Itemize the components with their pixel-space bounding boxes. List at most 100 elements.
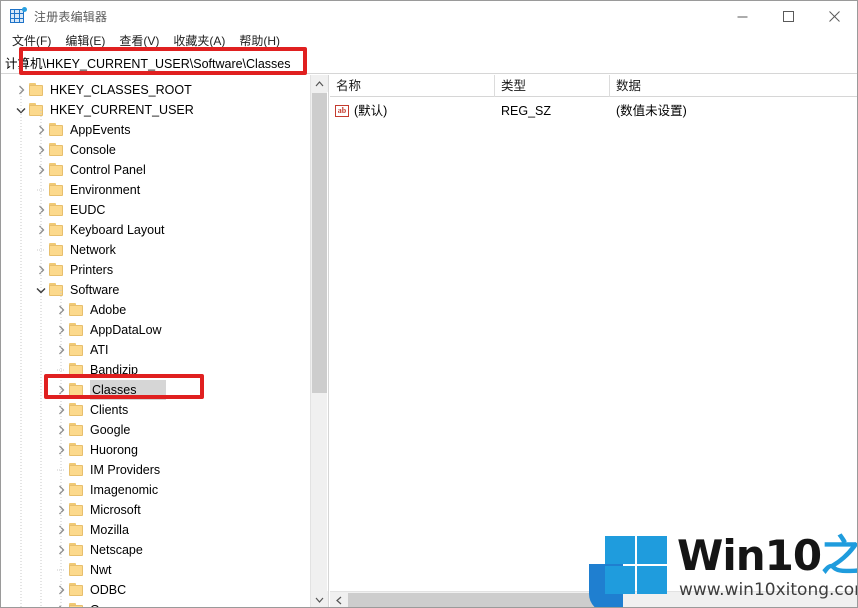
tree-item-network[interactable]: Network: [1, 240, 311, 260]
chevron-right-icon[interactable]: [53, 500, 69, 520]
folder-icon: [69, 503, 85, 517]
tree-item-hkey-current-user[interactable]: HKEY_CURRENT_USER: [1, 100, 311, 120]
chevron-right-icon[interactable]: [53, 440, 69, 460]
values-column-header: 名称 类型 数据: [330, 75, 857, 97]
column-header-type[interactable]: 类型: [495, 75, 610, 97]
registry-editor-window: 注册表编辑器 文件(F) 编辑(E) 查看(V) 收藏夹(A) 帮助(H) 计算…: [0, 0, 858, 608]
tree-scroll-thumb[interactable]: [312, 93, 327, 393]
chevron-right-icon[interactable]: [53, 480, 69, 500]
tree-item-appevents[interactable]: AppEvents: [1, 120, 311, 140]
tree-item-clients[interactable]: Clients: [1, 400, 311, 420]
folder-icon: [69, 303, 85, 317]
tree-vertical-scrollbar[interactable]: [310, 75, 328, 607]
chevron-right-icon[interactable]: [13, 80, 29, 100]
folder-icon: [49, 123, 65, 137]
folder-icon: [69, 563, 85, 577]
tree-item-label: Console: [70, 143, 116, 157]
folder-icon: [69, 523, 85, 537]
menu-item-file[interactable]: 文件(F): [5, 32, 58, 50]
menu-item-help[interactable]: 帮助(H): [232, 32, 287, 50]
menu-item-view[interactable]: 查看(V): [112, 32, 166, 50]
tree-item-appdatalow[interactable]: AppDataLow: [1, 320, 311, 340]
tree-item-nwt[interactable]: Nwt: [1, 560, 311, 580]
tree-item-microsoft[interactable]: Microsoft: [1, 500, 311, 520]
tree-item-printers[interactable]: Printers: [1, 260, 311, 280]
tree-leaf-connector: [53, 560, 69, 580]
tree-item-google[interactable]: Google: [1, 420, 311, 440]
value-data: (数值未设置): [616, 104, 687, 118]
folder-icon: [49, 223, 65, 237]
tree-item-label: Classes: [90, 380, 167, 400]
scroll-left-icon[interactable]: [330, 592, 347, 607]
tree-item-control-panel[interactable]: Control Panel: [1, 160, 311, 180]
folder-icon: [69, 543, 85, 557]
values-scroll-thumb[interactable]: [348, 593, 620, 607]
chevron-right-icon[interactable]: [53, 340, 69, 360]
column-header-name[interactable]: 名称: [330, 75, 495, 97]
tree-item-label: Network: [70, 243, 116, 257]
tree-item-huorong[interactable]: Huorong: [1, 440, 311, 460]
tree-item-odbc[interactable]: ODBC: [1, 580, 311, 600]
tree-item-console[interactable]: Console: [1, 140, 311, 160]
chevron-right-icon[interactable]: [53, 580, 69, 600]
window-controls: [719, 1, 857, 31]
tree-item-ati[interactable]: ATI: [1, 340, 311, 360]
address-bar[interactable]: 计算机\HKEY_CURRENT_USER\Software\Classes: [1, 51, 857, 74]
chevron-right-icon[interactable]: [33, 220, 49, 240]
chevron-right-icon[interactable]: [53, 400, 69, 420]
folder-icon: [29, 103, 45, 117]
chevron-right-icon[interactable]: [53, 320, 69, 340]
chevron-right-icon[interactable]: [33, 200, 49, 220]
chevron-right-icon[interactable]: [53, 420, 69, 440]
chevron-down-icon[interactable]: [13, 100, 29, 120]
tree-item-netscape[interactable]: Netscape: [1, 540, 311, 560]
menu-item-favorites[interactable]: 收藏夹(A): [166, 32, 232, 50]
tree-item-keyboard-layout[interactable]: Keyboard Layout: [1, 220, 311, 240]
window-title: 注册表编辑器: [34, 9, 108, 24]
column-header-data[interactable]: 数据: [610, 75, 857, 97]
tree-item-environment[interactable]: Environment: [1, 180, 311, 200]
tree-item-software[interactable]: Software: [1, 280, 311, 300]
chevron-right-icon[interactable]: [53, 600, 69, 607]
tree-item-label: Netscape: [90, 543, 143, 557]
folder-icon: [69, 343, 85, 357]
folder-icon: [49, 263, 65, 277]
folder-icon: [69, 483, 85, 497]
tree-item-classes[interactable]: Classes: [1, 380, 311, 400]
registry-tree[interactable]: HKEY_CLASSES_ROOT HKEY_CURRENT_USER AppEve…: [1, 75, 311, 607]
content-panes: HKEY_CLASSES_ROOT HKEY_CURRENT_USER AppEve…: [1, 75, 857, 607]
chevron-right-icon[interactable]: [33, 120, 49, 140]
chevron-right-icon[interactable]: [33, 260, 49, 280]
minimize-button[interactable]: [719, 1, 765, 31]
tree-item-hkey-classes-root[interactable]: HKEY_CLASSES_ROOT: [1, 80, 311, 100]
chevron-right-icon[interactable]: [53, 540, 69, 560]
tree-item-imagenomic[interactable]: Imagenomic: [1, 480, 311, 500]
tree-item-label: EUDC: [70, 203, 106, 217]
menu-item-edit[interactable]: 编辑(E): [58, 32, 112, 50]
scroll-up-icon[interactable]: [311, 75, 328, 92]
tree-item-label: Printers: [70, 263, 114, 277]
tree-item-opera[interactable]: Opera: [1, 600, 311, 607]
value-row-default[interactable]: ab (默认) REG_SZ (数值未设置): [330, 101, 857, 121]
folder-icon: [69, 363, 85, 377]
tree-item-eudc[interactable]: EUDC: [1, 200, 311, 220]
close-button[interactable]: [811, 1, 857, 31]
chevron-right-icon[interactable]: [53, 520, 69, 540]
tree-item-im-providers[interactable]: IM Providers: [1, 460, 311, 480]
string-value-icon: ab: [335, 104, 350, 118]
scroll-down-icon[interactable]: [311, 591, 328, 607]
chevron-right-icon[interactable]: [53, 300, 69, 320]
chevron-right-icon[interactable]: [53, 380, 69, 400]
maximize-button[interactable]: [765, 1, 811, 31]
chevron-down-icon[interactable]: [33, 280, 49, 300]
tree-item-adobe[interactable]: Adobe: [1, 300, 311, 320]
tree-item-mozilla[interactable]: Mozilla: [1, 520, 311, 540]
chevron-right-icon[interactable]: [33, 160, 49, 180]
tree-item-label: Keyboard Layout: [70, 223, 165, 237]
folder-icon: [49, 143, 65, 157]
values-horizontal-scrollbar[interactable]: [330, 591, 857, 607]
tree-item-bandizip[interactable]: Bandizip: [1, 360, 311, 380]
tree-item-label: AppDataLow: [90, 323, 162, 337]
chevron-right-icon[interactable]: [33, 140, 49, 160]
folder-icon: [69, 383, 85, 397]
